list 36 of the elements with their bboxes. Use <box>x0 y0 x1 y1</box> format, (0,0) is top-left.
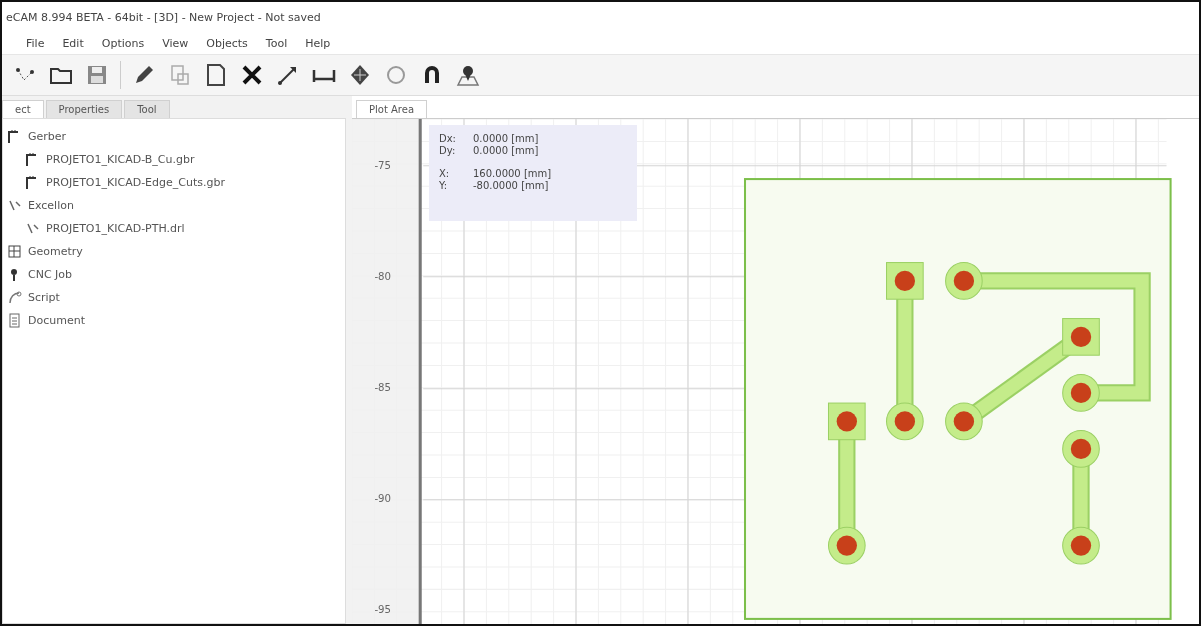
plot-tab[interactable]: Plot Area <box>356 100 428 118</box>
coordinate-value: 0.0000 [mm] <box>473 133 540 144</box>
document-icon <box>7 313 22 328</box>
tree-item[interactable]: PROJETO1_KICAD-PTH.drl <box>46 222 185 235</box>
menu-item[interactable]: Objects <box>206 36 248 50</box>
coordinate-value: 160.0000 [mm] <box>473 168 553 179</box>
coordinate-value: 0.0000 [mm] <box>473 145 540 156</box>
menu-item[interactable]: File <box>26 36 45 50</box>
panel-tab[interactable]: Tool <box>124 100 170 118</box>
coordinate-value: -80.0000 [mm] <box>473 180 550 191</box>
menu-item[interactable]: Options <box>101 36 145 50</box>
tree-item[interactable]: Script <box>28 291 60 304</box>
ruler-label: -95 <box>374 603 391 615</box>
panel-tab[interactable]: ect <box>2 100 44 118</box>
ruler-label: -75 <box>374 159 391 171</box>
coordinate-label: Dy: <box>439 145 457 156</box>
ruler-label: -80 <box>374 270 391 282</box>
tree-item[interactable]: Document <box>28 314 85 327</box>
panel-tab[interactable]: Properties <box>45 100 123 118</box>
coordinate-label: Dx: <box>439 133 457 144</box>
geometry-icon <box>7 244 22 259</box>
tree-item[interactable]: Excellon <box>28 199 74 212</box>
tree-item[interactable]: PROJETO1_KICAD-Edge_Cuts.gbr <box>46 176 225 189</box>
ruler-label: -90 <box>374 492 391 504</box>
menu-item[interactable]: Tool <box>265 36 288 50</box>
window-title: eCAM 8.994 BETA - 64bit - [3D] - New Project - Not saved <box>6 10 321 24</box>
coordinate-label: X: <box>439 168 451 179</box>
menu-item[interactable]: Help <box>305 36 331 50</box>
tree-item[interactable]: CNC Job <box>28 268 73 281</box>
coordinate-label: Y: <box>439 180 449 191</box>
ruler-label: -85 <box>374 381 391 393</box>
tree-item[interactable]: Gerber <box>28 130 67 143</box>
menu-item[interactable]: Edit <box>62 36 84 50</box>
tree-item[interactable]: Geometry <box>28 245 83 258</box>
menu-item[interactable]: View <box>162 36 189 50</box>
tree-item[interactable]: PROJETO1_KICAD-B_Cu.gbr <box>46 153 195 166</box>
